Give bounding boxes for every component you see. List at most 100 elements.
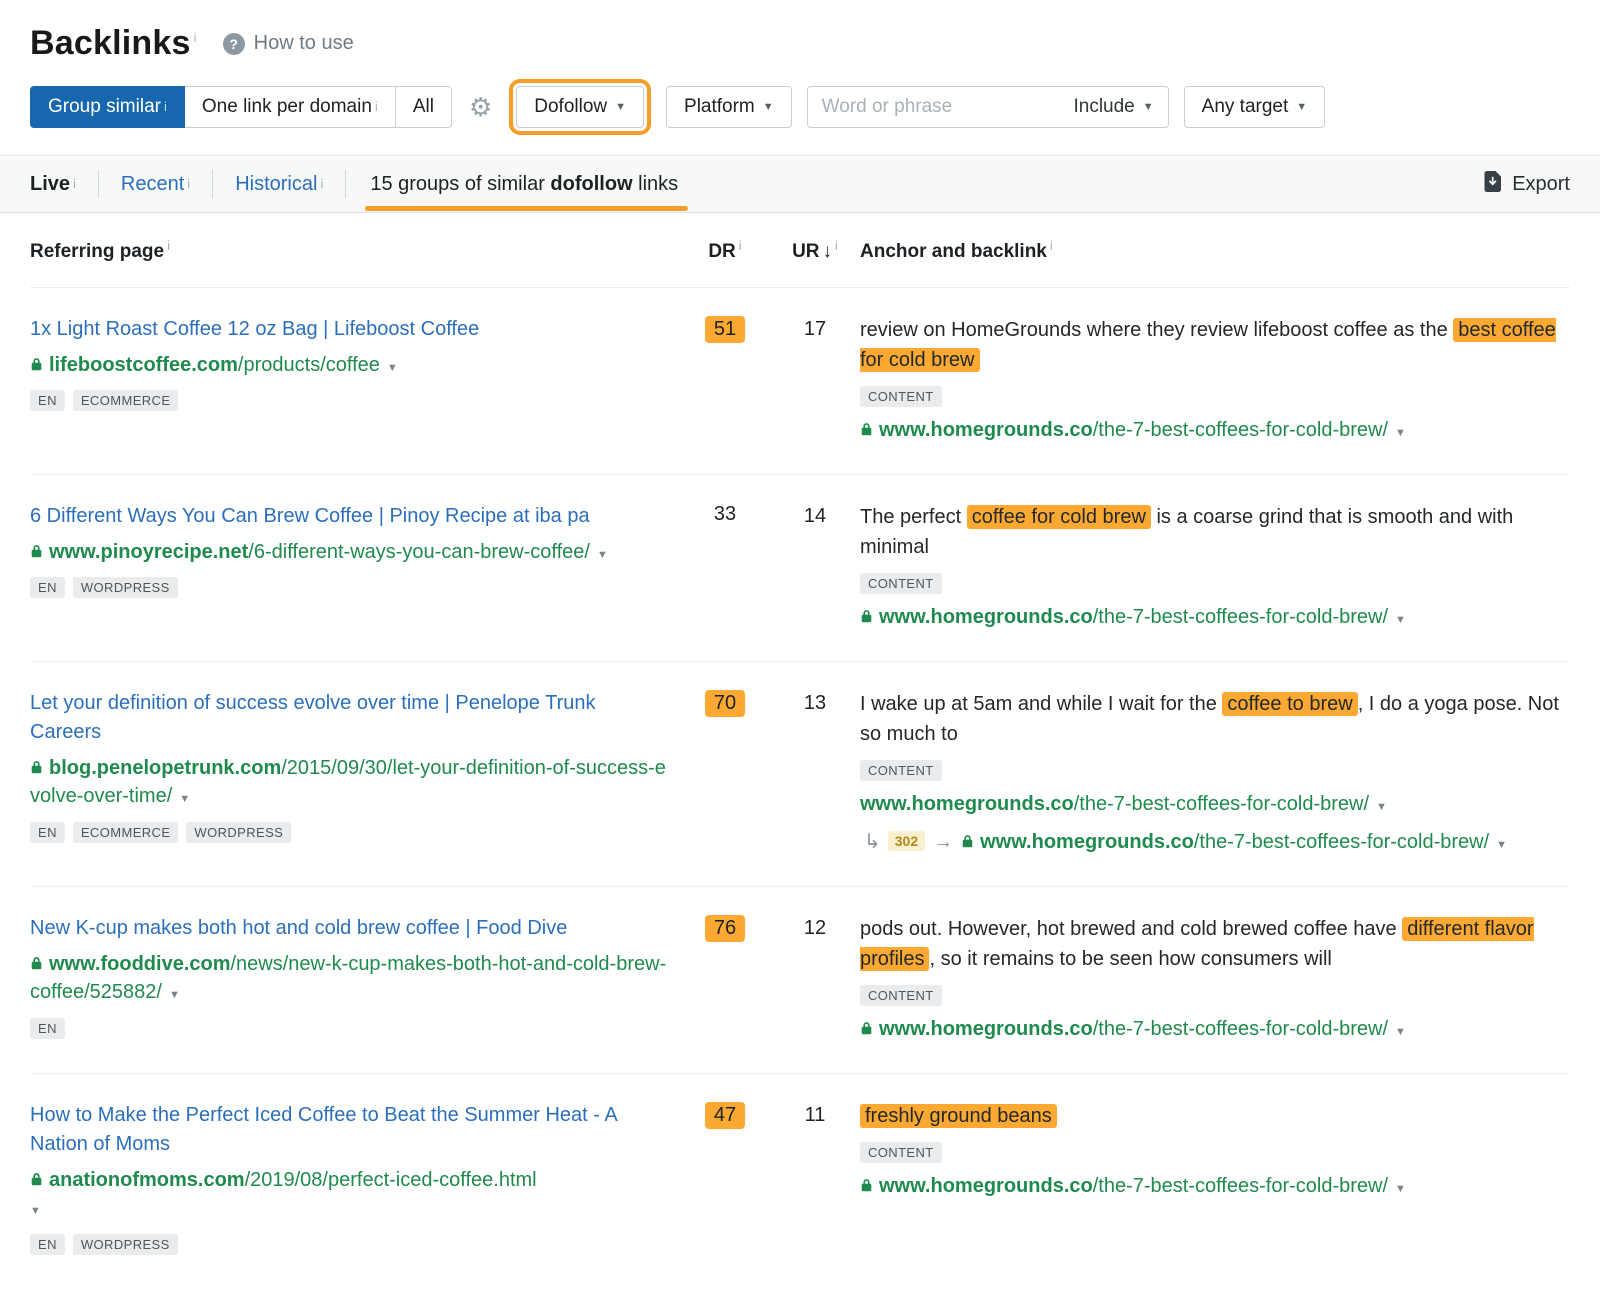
all-links-button[interactable]: All [395,86,452,128]
redirect-domain: www.homegrounds.co [980,831,1194,853]
backlink-url[interactable]: www.homegrounds.co/the-7-best-coffees-fo… [860,790,1560,819]
chevron-down-icon[interactable]: ▼ [179,793,190,805]
tab-recent[interactable]: Recenti [99,170,213,198]
backlink-url[interactable]: www.homegrounds.co/the-7-best-coffees-fo… [860,416,1560,445]
one-link-per-domain-button[interactable]: One link per domaini [184,86,396,128]
filter-bar: Group similari One link per domaini All … [0,69,1600,155]
export-button[interactable]: Export [1483,171,1570,198]
tab-live[interactable]: Livei [30,170,99,198]
referring-page-url[interactable]: lifeboostcoffee.com/products/coffee▼ [30,351,670,379]
referring-page-title[interactable]: 1x Light Roast Coffee 12 oz Bag | Lifebo… [30,315,652,344]
platform-label: Platform [684,96,755,118]
dr-cell: 47 [680,1101,770,1255]
dofollow-annotation-highlight: Dofollow▼ [509,79,651,135]
table-header-row: Referring pagei DRi UR↓i Anchor and back… [30,213,1570,287]
table-row: 6 Different Ways You Can Brew Coffee | P… [30,474,1570,661]
link-type-badges: CONTENT [860,573,1560,594]
results-summary: 15 groups of similar dofollow links [370,173,678,196]
chevron-down-icon[interactable]: ▼ [1395,427,1406,439]
dr-cell: 76 [680,914,770,1044]
table-row: 1x Light Roast Coffee 12 oz Bag | Lifebo… [30,287,1570,474]
link-type-badges: CONTENT [860,1142,1560,1163]
referring-page-url[interactable]: anationofmoms.com/2019/08/perfect-iced-c… [30,1166,670,1223]
referring-page-title[interactable]: Let your definition of success evolve ov… [30,689,652,747]
redirect-chain[interactable]: ↳302→www.homegrounds.co/the-7-best-coffe… [860,828,1560,857]
sort-desc-icon: ↓ [823,241,833,262]
word-filter-group: Include▼ [807,86,1169,128]
group-similar-button[interactable]: Group similari [30,86,185,128]
referring-page-url[interactable]: www.fooddive.com/news/new-k-cup-makes-bo… [30,950,670,1007]
referring-domain: blog.penelopetrunk.com [49,757,281,779]
export-icon [1483,171,1502,198]
redirect-branch-icon: ↳ [864,831,881,853]
referring-page-header: Referring pagei [30,241,680,263]
how-to-use-link[interactable]: ? How to use [223,32,354,55]
group-similar-label: Group similar [48,96,161,118]
chevron-down-icon[interactable]: ▼ [1376,801,1387,813]
view-tabbar: Livei Recenti Historicali 15 groups of s… [0,155,1600,213]
dr-cell: 33 [680,502,770,632]
chevron-down-icon[interactable]: ▼ [1395,614,1406,626]
redirect-path: /the-7-best-coffees-for-cold-brew/ [1194,831,1489,853]
info-icon: i [167,238,170,253]
referring-page-title[interactable]: How to Make the Perfect Iced Coffee to B… [30,1101,652,1159]
anchor-backlink-cell: review on HomeGrounds where they review … [860,315,1560,445]
ur-header[interactable]: UR↓i [770,241,860,263]
page-badges: EN [30,1018,680,1039]
lock-icon [961,828,974,857]
chevron-down-icon[interactable]: ▼ [597,549,608,561]
summary-suffix: links [633,173,679,195]
chevron-down-icon[interactable]: ▼ [1395,1183,1406,1195]
ur-value: 13 [804,692,826,715]
gear-icon[interactable]: ⚙ [469,94,492,120]
language-badge: EN [30,390,65,411]
ur-cell: 12 [770,914,860,1044]
backlink-url[interactable]: www.homegrounds.co/the-7-best-coffees-fo… [860,1015,1560,1044]
anchor-text: The perfect coffee for cold brew is a co… [860,502,1560,562]
chevron-down-icon[interactable]: ▼ [1496,839,1507,851]
tab-historical[interactable]: Historicali [213,170,346,198]
one-link-per-domain-label: One link per domain [202,96,372,118]
backlink-path: /the-7-best-coffees-for-cold-brew/ [1093,419,1388,441]
lock-icon [860,1015,873,1044]
chevron-down-icon[interactable]: ▼ [1395,1026,1406,1038]
ur-value: 11 [805,1104,826,1127]
page-badges: EN ECOMMERCE WORDPRESS [30,822,680,843]
lock-icon [860,1172,873,1201]
include-dropdown[interactable]: Include▼ [1059,96,1167,118]
chevron-down-icon: ▼ [1296,101,1307,113]
anchor-backlink-cell: freshly ground beans CONTENT www.homegro… [860,1101,1560,1255]
dr-cell: 70 [680,689,770,857]
word-or-phrase-input[interactable] [808,96,1060,118]
platform-filter-dropdown[interactable]: Platform▼ [666,86,792,128]
backlink-path: /the-7-best-coffees-for-cold-brew/ [1093,606,1388,628]
referring-page-url[interactable]: blog.penelopetrunk.com/2015/09/30/let-yo… [30,754,670,811]
referring-page-url[interactable]: www.pinoyrecipe.net/6-different-ways-you… [30,538,670,566]
anchor-backlink-cell: I wake up at 5am and while I wait for th… [860,689,1560,857]
highlighted-anchor: freshly ground beans [860,1104,1057,1128]
referring-page-title[interactable]: 6 Different Ways You Can Brew Coffee | P… [30,502,652,531]
dofollow-filter-dropdown[interactable]: Dofollow▼ [516,86,644,128]
referring-page-cell: 6 Different Ways You Can Brew Coffee | P… [30,502,680,632]
backlink-domain: www.homegrounds.co [879,606,1093,628]
info-icon: i [1050,238,1053,253]
page-title: Backlinksi [30,24,197,63]
link-type-badges: CONTENT [860,760,1560,781]
lock-icon [30,1166,43,1194]
chevron-down-icon[interactable]: ▼ [169,989,180,1001]
content-badge: CONTENT [860,760,942,781]
chevron-down-icon[interactable]: ▼ [387,362,398,374]
content-badge: CONTENT [860,573,942,594]
referring-domain: anationofmoms.com [49,1169,245,1191]
referring-path: /products/coffee [238,354,380,376]
backlink-url[interactable]: www.homegrounds.co/the-7-best-coffees-fo… [860,603,1560,632]
any-target-dropdown[interactable]: Any target▼ [1184,86,1326,128]
tab-historical-label: Historical [235,173,317,196]
ur-value: 14 [804,505,826,528]
backlink-url[interactable]: www.homegrounds.co/the-7-best-coffees-fo… [860,1172,1560,1201]
chevron-down-icon[interactable]: ▼ [30,1205,41,1217]
referring-page-title[interactable]: New K-cup makes both hot and cold brew c… [30,914,652,943]
dr-header[interactable]: DRi [680,241,770,263]
info-icon: i [835,238,838,253]
export-label: Export [1512,173,1570,196]
